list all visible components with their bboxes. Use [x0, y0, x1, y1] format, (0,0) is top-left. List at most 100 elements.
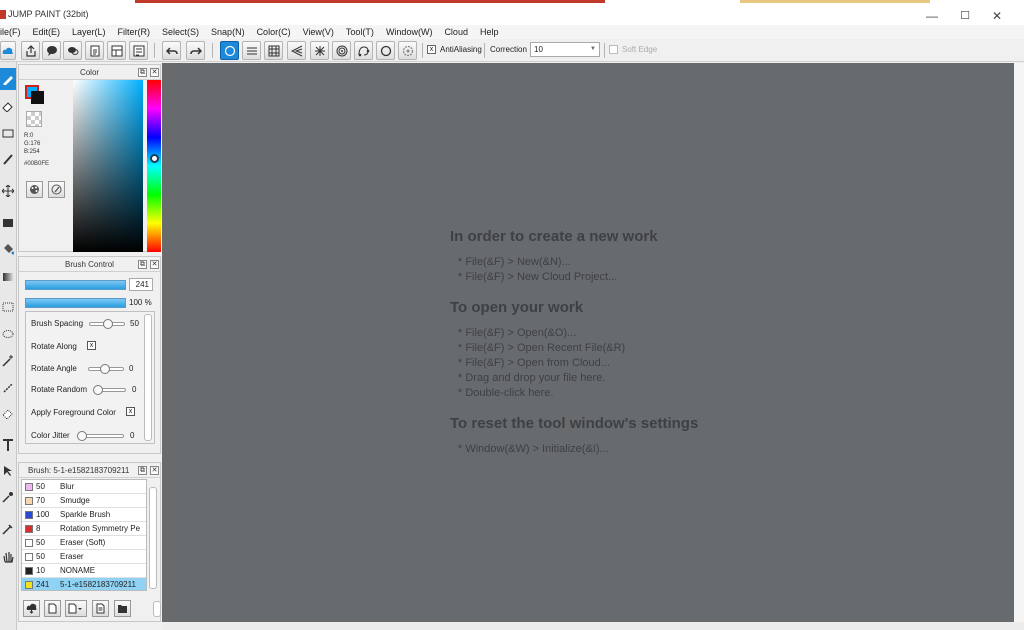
rotate-angle-slider[interactable]: [88, 364, 124, 374]
brush-menu-button[interactable]: [65, 600, 87, 617]
ruler-settings-button[interactable]: [398, 41, 417, 60]
close-button[interactable]: ✕: [982, 7, 1012, 24]
export-button[interactable]: [21, 41, 40, 60]
close-icon[interactable]: ✕: [150, 466, 159, 475]
brush-list-item[interactable]: 100 Sparkle Brush: [22, 508, 146, 522]
minimize-button[interactable]: —: [917, 7, 947, 24]
slider-knob[interactable]: [103, 319, 113, 329]
operation-tool[interactable]: [0, 460, 16, 482]
slider-knob[interactable]: [100, 364, 110, 374]
menu-snap[interactable]: Snap(N): [205, 27, 251, 37]
undock-icon[interactable]: ⧉: [138, 260, 147, 269]
brush-list-item[interactable]: 50 Blur: [22, 480, 146, 494]
brush-footer-scroll[interactable]: [153, 601, 161, 617]
hue-slider[interactable]: [147, 80, 161, 252]
layout-button[interactable]: [107, 41, 126, 60]
undock-icon[interactable]: ⧉: [138, 68, 147, 77]
new-brush-button[interactable]: [44, 600, 61, 617]
brush-list-item[interactable]: 10 NONAME: [22, 564, 146, 578]
grid-button[interactable]: [264, 41, 283, 60]
parallel-lines-button[interactable]: [242, 41, 261, 60]
rectangle-select-tool[interactable]: [0, 122, 16, 144]
correction-dropdown[interactable]: 10 ▼: [530, 42, 600, 57]
curve-ruler-button[interactable]: [354, 41, 373, 60]
select-pen-tool[interactable]: [0, 376, 16, 398]
menu-file[interactable]: ile(F): [0, 27, 27, 37]
fill-rect-tool[interactable]: [0, 212, 16, 234]
menu-view[interactable]: View(V): [297, 27, 340, 37]
undo-button[interactable]: [162, 41, 181, 60]
move-tool[interactable]: [0, 180, 16, 202]
document-button[interactable]: [85, 41, 104, 60]
menu-help[interactable]: Help: [474, 27, 505, 37]
hand-tool[interactable]: [0, 546, 16, 568]
magic-wand-tool[interactable]: [0, 350, 16, 372]
select-eraser-tool[interactable]: [0, 402, 16, 424]
brush-spacing-slider[interactable]: [89, 319, 125, 329]
brush-size-value[interactable]: 241: [129, 278, 153, 291]
comment-button[interactable]: [42, 41, 61, 60]
pipette-tool[interactable]: [0, 518, 16, 540]
close-icon[interactable]: ✕: [150, 68, 159, 77]
undock-icon[interactable]: ⧉: [138, 466, 147, 475]
brush-folder-button[interactable]: [114, 600, 131, 617]
saturation-value-picker[interactable]: [73, 80, 143, 252]
brush-add-cloud-button[interactable]: [23, 600, 40, 617]
slider-knob[interactable]: [77, 431, 87, 441]
perspective-button[interactable]: [287, 41, 306, 60]
menu-cloud[interactable]: Cloud: [438, 27, 474, 37]
pen-tool[interactable]: [0, 68, 16, 90]
menu-select[interactable]: Select(S): [156, 27, 205, 37]
select-tool[interactable]: [0, 296, 16, 318]
rotate-along-checkbox[interactable]: x: [87, 341, 96, 350]
brush-opacity-bar[interactable]: [25, 298, 126, 308]
hue-slider-knob[interactable]: [150, 154, 159, 163]
brush-list-item[interactable]: 50 Eraser (Soft): [22, 536, 146, 550]
rotate-random-slider[interactable]: [93, 385, 126, 395]
brush-tool[interactable]: [0, 148, 16, 170]
bucket-tool[interactable]: [0, 238, 16, 260]
menu-filter[interactable]: Filter(R): [112, 27, 157, 37]
comment-list-button[interactable]: [63, 41, 82, 60]
brush-list-scrollbar[interactable]: [149, 487, 157, 589]
gradient-tool[interactable]: [0, 266, 16, 288]
brush-list-item-selected[interactable]: 241 5-1-e1582183709211: [22, 578, 146, 590]
concentric-button[interactable]: [332, 41, 351, 60]
brush-list-item[interactable]: 50 Eraser: [22, 550, 146, 564]
menu-tool[interactable]: Tool(T): [340, 27, 380, 37]
cloud-tool-button[interactable]: [0, 41, 16, 60]
redo-button[interactable]: [186, 41, 205, 60]
soft-edge-checkbox[interactable]: [609, 45, 618, 54]
apply-foreground-color-checkbox[interactable]: x: [126, 407, 135, 416]
palette-button[interactable]: [26, 181, 43, 198]
close-icon[interactable]: ✕: [150, 260, 159, 269]
checklist-button[interactable]: [129, 41, 148, 60]
menu-layer[interactable]: Layer(L): [66, 27, 112, 37]
menu-color[interactable]: Color(C): [251, 27, 297, 37]
radial-button[interactable]: [310, 41, 329, 60]
menu-edit[interactable]: Edit(E): [27, 27, 67, 37]
eraser-tool[interactable]: [0, 95, 16, 117]
background-color-swatch[interactable]: [31, 91, 44, 104]
brush-list-item[interactable]: 8 Rotation Symmetry Pe: [22, 522, 146, 536]
palette-edit-icon: [51, 184, 62, 195]
eyedropper-tool[interactable]: [0, 486, 16, 508]
brush-list-item[interactable]: 70 Smudge: [22, 494, 146, 508]
canvas-area[interactable]: In order to create a new work * File(&F)…: [162, 63, 1014, 622]
color-jitter-slider[interactable]: [77, 431, 124, 441]
brush-settings-scrollbar[interactable]: [144, 314, 152, 441]
color-settings-button[interactable]: [48, 181, 65, 198]
text-tool[interactable]: [0, 434, 16, 456]
brush-size-bar[interactable]: [25, 280, 126, 290]
maximize-button[interactable]: ☐: [950, 7, 980, 24]
color-panel-title-text: Color: [79, 68, 100, 77]
brush-properties-button[interactable]: [92, 600, 109, 617]
menu-window[interactable]: Window(W): [380, 27, 439, 37]
lasso-tool[interactable]: [0, 324, 16, 346]
slider-knob[interactable]: [93, 385, 103, 395]
ellipse-ruler-button[interactable]: [376, 41, 395, 60]
antialiasing-checkbox[interactable]: x: [427, 45, 436, 54]
symmetry-none-button[interactable]: [220, 41, 239, 60]
reset-settings-line: * Window(&W) > Initialize(&I)...: [458, 443, 609, 455]
transparent-color-swatch[interactable]: [26, 111, 42, 127]
